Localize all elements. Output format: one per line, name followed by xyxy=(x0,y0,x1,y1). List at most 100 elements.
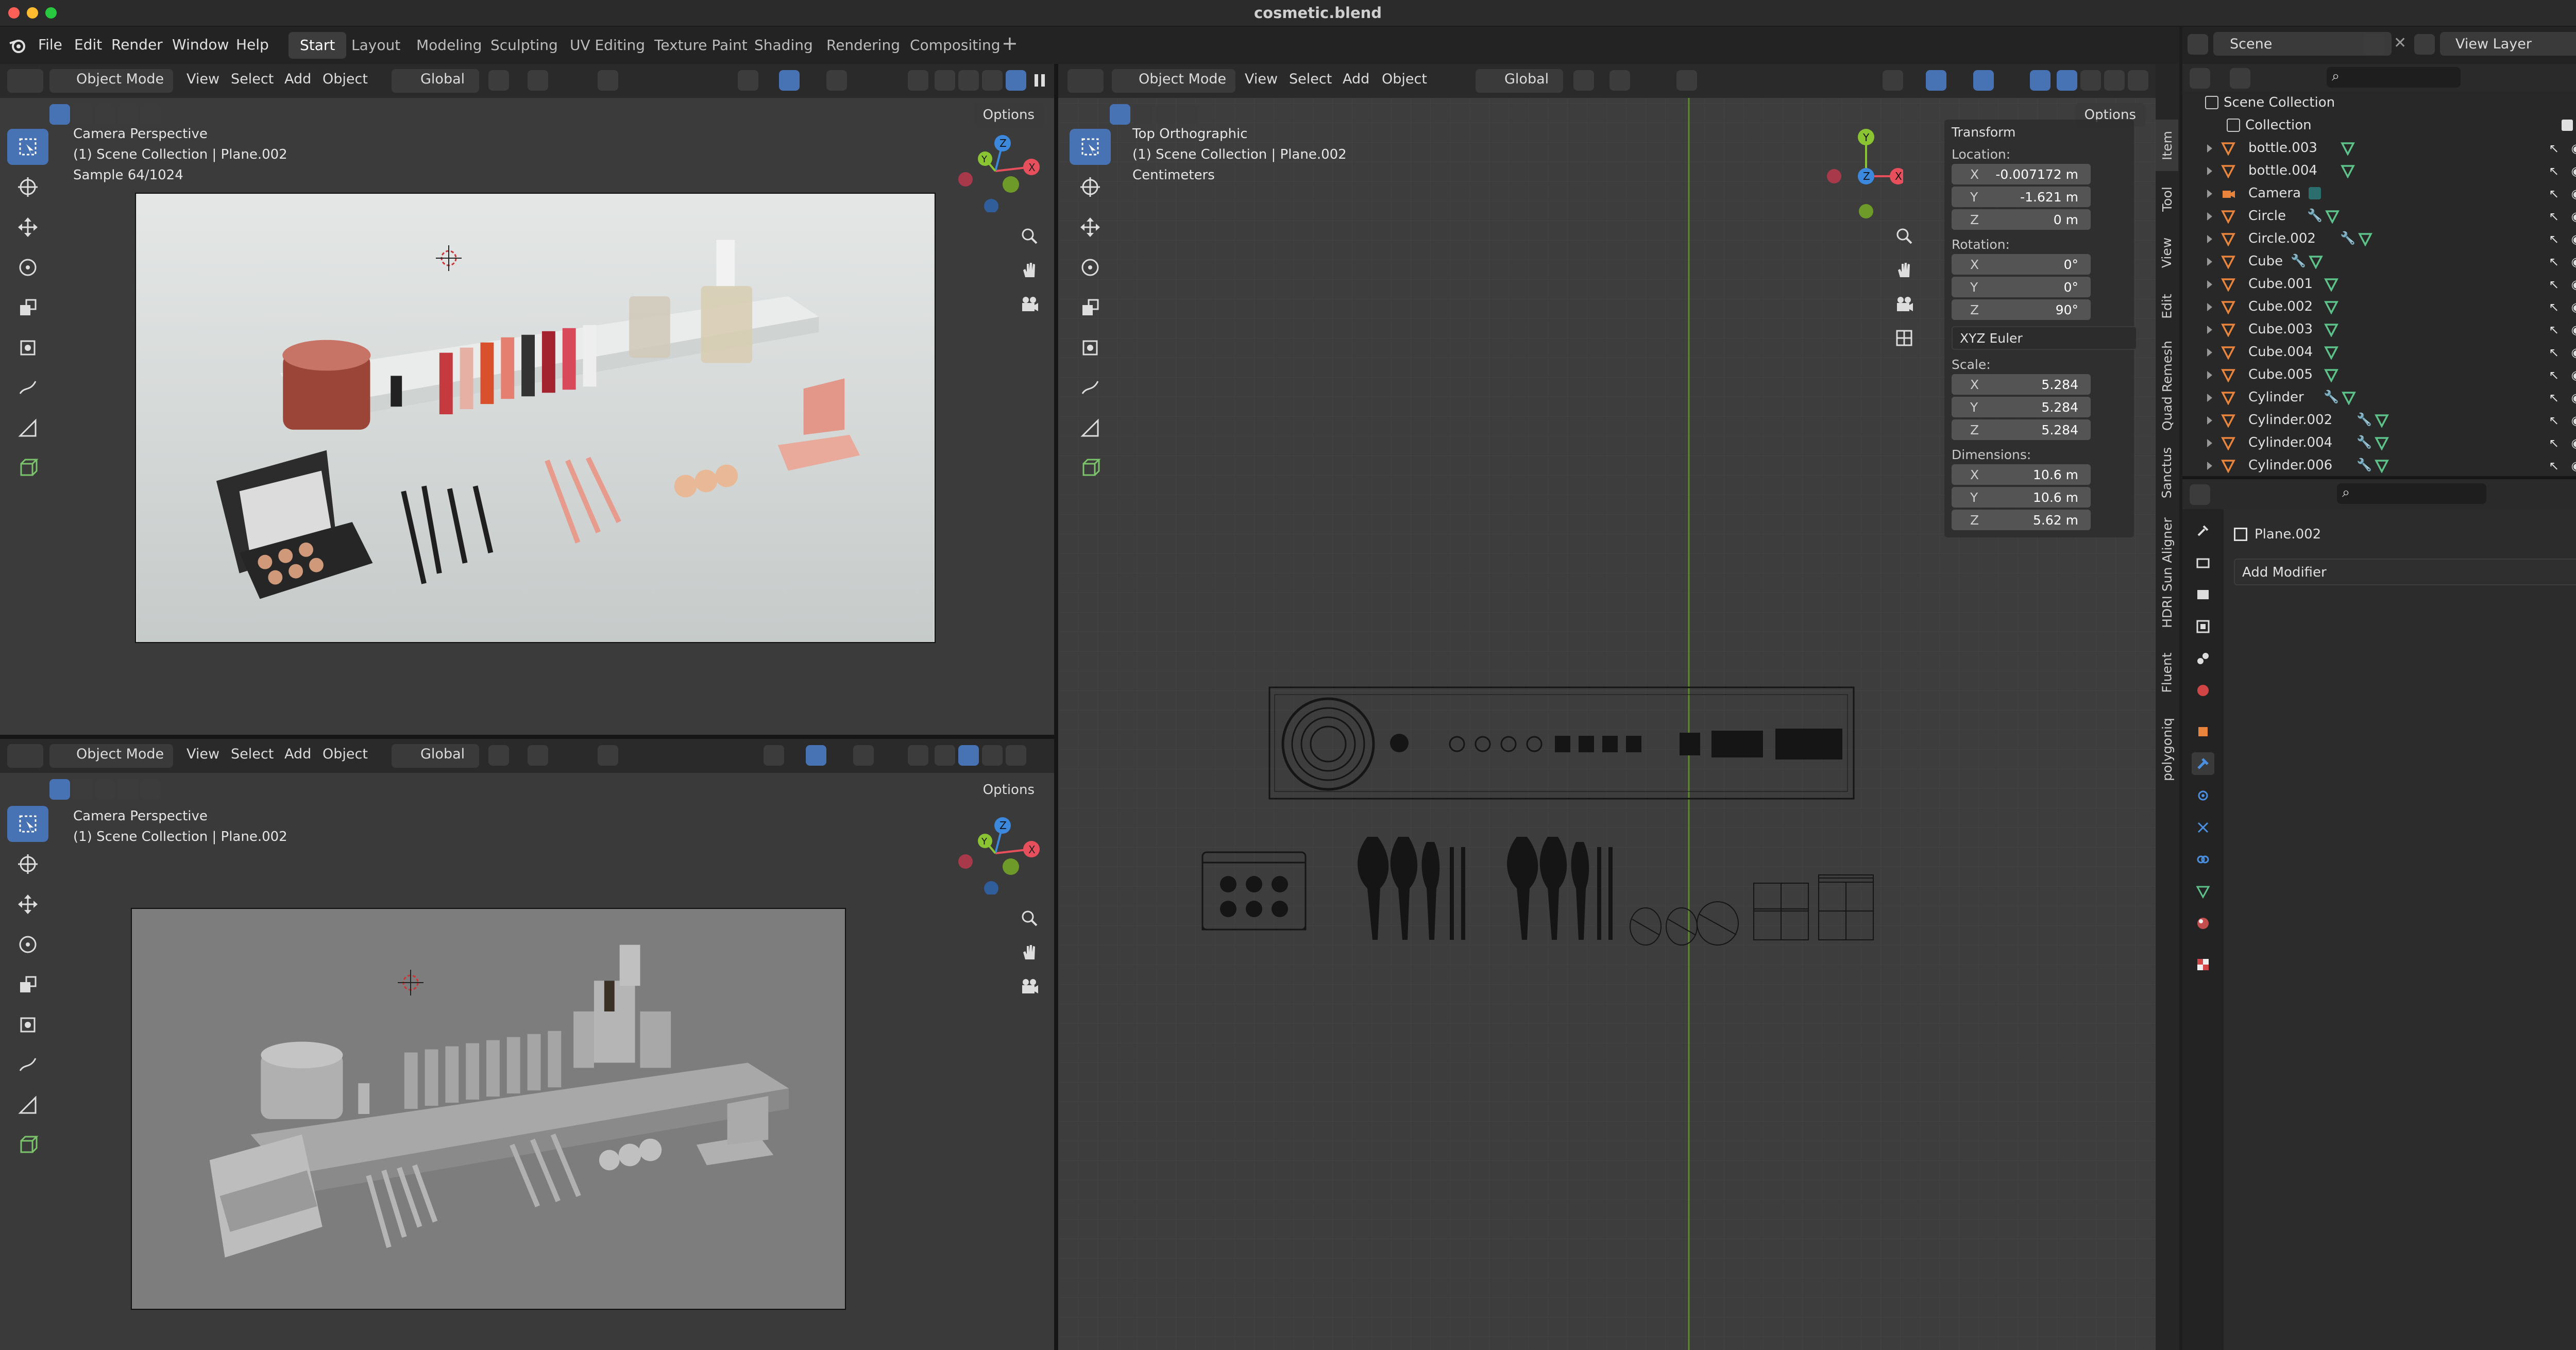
sidebar-tab-item[interactable]: Item xyxy=(2156,120,2178,171)
visibility-eye-icon[interactable]: ◉ xyxy=(2570,345,2576,360)
tab-uv-editing[interactable]: UV Editing xyxy=(558,32,656,59)
add-workspace-icon[interactable]: + xyxy=(1002,32,1018,55)
mesh-data-icon[interactable] xyxy=(2324,299,2339,315)
expand-arrow-icon[interactable] xyxy=(2207,190,2212,198)
outliner-row-collection[interactable]: Collection xyxy=(2182,114,2576,137)
outliner-row[interactable]: Cube.001↖◉▭◙ xyxy=(2182,273,2576,296)
viewport-bottom-left[interactable]: Object Mode View Select Add Object Globa… xyxy=(0,739,1054,1350)
zoom-icon[interactable] xyxy=(1015,222,1044,250)
navigation-gizmo[interactable]: X Z Y xyxy=(954,130,1047,213)
location-x-field[interactable]: X -0.007172 m xyxy=(1952,164,2091,184)
mesh-data-icon[interactable] xyxy=(2358,231,2373,247)
view-layer-properties-icon[interactable] xyxy=(2192,615,2214,638)
rendered-shading-icon[interactable] xyxy=(1006,745,1026,766)
select-toggle-icon[interactable]: ↖ xyxy=(2547,255,2561,269)
menu-object[interactable]: Object xyxy=(323,746,368,762)
visibility-icon[interactable] xyxy=(764,745,784,766)
zoom-icon[interactable] xyxy=(1015,904,1044,933)
add-modifier-dropdown[interactable]: Add Modifier ⌄ xyxy=(2234,559,2576,585)
menu-add[interactable]: Add xyxy=(284,746,311,762)
location-z-field[interactable]: Z0 m xyxy=(1952,209,2091,230)
solid-shading-icon[interactable] xyxy=(958,70,979,91)
select-toggle-icon[interactable]: ↖ xyxy=(2547,141,2561,156)
select-toggle-icon[interactable]: ↖ xyxy=(2547,459,2561,473)
move-tool-icon[interactable] xyxy=(7,209,48,245)
modifier-properties-icon[interactable] xyxy=(2192,752,2214,775)
visibility-eye-icon[interactable]: ◉ xyxy=(2570,391,2576,405)
perspective-toggle-icon[interactable] xyxy=(1890,324,1919,352)
menu-edit[interactable]: Edit xyxy=(74,36,102,53)
expand-arrow-icon[interactable] xyxy=(2207,326,2212,334)
dimensions-z-field[interactable]: Z 5.62 m xyxy=(1952,510,2091,530)
expand-arrow-icon[interactable] xyxy=(2207,462,2212,470)
camera-data-icon[interactable] xyxy=(2307,185,2323,201)
sidebar-tab-fluent[interactable]: Fluent xyxy=(2156,639,2178,706)
select-mode-extend-icon[interactable] xyxy=(72,104,93,125)
menu-object[interactable]: Object xyxy=(323,71,368,87)
zoom-icon[interactable] xyxy=(1890,222,1919,250)
outliner-row[interactable]: Circle.002🔧↖◉▭◙ xyxy=(2182,228,2576,250)
scale-y-field[interactable]: Y 5.284 xyxy=(1952,397,2091,417)
expand-arrow-icon[interactable] xyxy=(2207,303,2212,311)
proportional-edit-icon[interactable] xyxy=(598,745,618,766)
modifier-wrench-icon[interactable]: 🔧 xyxy=(2324,390,2339,404)
outliner-row[interactable]: Cube🔧↖◉▭◙ xyxy=(2182,250,2576,273)
material-shading-icon[interactable] xyxy=(982,70,1003,91)
camera-view-icon[interactable] xyxy=(1015,972,1044,1001)
rendered-shading-icon[interactable] xyxy=(1006,70,1026,91)
select-mode-invert-icon[interactable] xyxy=(140,779,161,800)
tab-sculpting[interactable]: Sculpting xyxy=(479,32,569,59)
outliner-row[interactable]: Cylinder🔧↖◉▭◙ xyxy=(2182,386,2576,409)
visibility-eye-icon[interactable]: ◉ xyxy=(2570,436,2576,450)
visibility-eye-icon[interactable]: ◉ xyxy=(2570,187,2576,201)
menu-view[interactable]: View xyxy=(187,746,219,762)
visibility-eye-icon[interactable]: ◉ xyxy=(2570,209,2576,224)
menu-help[interactable]: Help xyxy=(236,36,269,53)
mesh-data-icon[interactable] xyxy=(2325,208,2340,224)
select-toggle-icon[interactable]: ↖ xyxy=(2547,187,2561,201)
data-properties-icon[interactable] xyxy=(2192,880,2214,903)
mesh-data-icon[interactable] xyxy=(2324,276,2339,292)
navigation-gizmo[interactable]: X Z Y xyxy=(954,812,1047,896)
wireframe-shading-icon[interactable] xyxy=(935,745,955,766)
measure-tool-icon[interactable] xyxy=(7,1087,48,1123)
select-toggle-icon[interactable]: ↖ xyxy=(2547,413,2561,428)
display-mode-icon[interactable] xyxy=(2230,68,2250,89)
expand-arrow-icon[interactable] xyxy=(2207,416,2212,425)
mesh-data-icon[interactable] xyxy=(2324,344,2339,360)
tab-texture-paint[interactable]: Texture Paint xyxy=(643,32,759,59)
annotate-tool-icon[interactable] xyxy=(7,370,48,406)
pivot-icon[interactable] xyxy=(488,745,509,766)
navigation-gizmo[interactable]: Y X Z xyxy=(1826,128,1906,221)
overlays-icon[interactable] xyxy=(853,745,874,766)
blender-logo-icon[interactable] xyxy=(8,36,27,55)
expand-arrow-icon[interactable] xyxy=(2207,212,2212,221)
xray-icon[interactable] xyxy=(908,70,928,91)
object-properties-icon[interactable] xyxy=(2192,720,2214,743)
outliner-row[interactable]: bottle.004↖◉▭◙ xyxy=(2182,160,2576,182)
select-mode-invert-icon[interactable] xyxy=(140,104,161,125)
scale-x-field[interactable]: X 5.284 xyxy=(1952,374,2091,395)
output-properties-icon[interactable] xyxy=(2192,583,2214,606)
gizmo-toggle-icon[interactable] xyxy=(806,745,826,766)
outliner-row[interactable]: Camera↖◉▭◙ xyxy=(2182,182,2576,205)
visibility-eye-icon[interactable]: ◉ xyxy=(2570,232,2576,246)
snap-icon[interactable] xyxy=(528,70,548,91)
transform-panel-title[interactable]: Transform xyxy=(1952,125,2127,140)
options-dropdown[interactable]: Options xyxy=(973,778,1044,802)
visibility-eye-icon[interactable]: ◉ xyxy=(2570,323,2576,337)
xray-icon[interactable] xyxy=(908,745,928,766)
menu-add[interactable]: Add xyxy=(284,71,311,87)
cursor-tool-icon[interactable] xyxy=(7,846,48,882)
visibility-eye-icon[interactable]: ◉ xyxy=(2570,255,2576,269)
expand-arrow-icon[interactable] xyxy=(2207,258,2212,266)
rotate-tool-icon[interactable] xyxy=(7,249,48,285)
rotate-tool-icon[interactable] xyxy=(7,926,48,963)
select-mode-intersect-icon[interactable] xyxy=(117,779,138,800)
outliner-row[interactable]: Cylinder.002🔧↖◉▭◙ xyxy=(2182,409,2576,432)
options-dropdown[interactable]: Options xyxy=(973,103,1044,127)
outliner-row[interactable]: Circle🔧↖◉▭◙ xyxy=(2182,205,2576,228)
proportional-edit-icon[interactable] xyxy=(598,70,618,91)
viewport-top-left[interactable]: Object Mode View Select Add Object Globa… xyxy=(0,64,1054,735)
select-toggle-icon[interactable]: ↖ xyxy=(2547,300,2561,314)
